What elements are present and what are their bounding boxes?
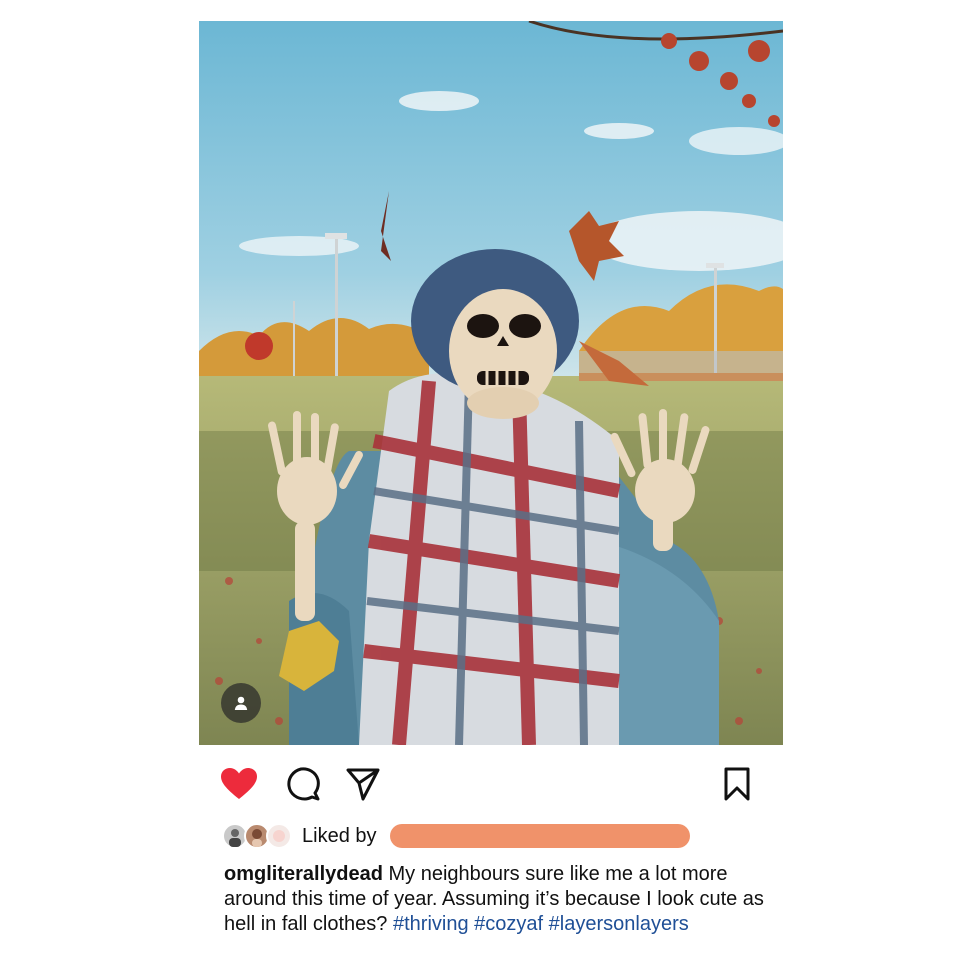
comment-button[interactable] [284, 765, 322, 803]
avatar[interactable] [266, 823, 292, 849]
share-button[interactable] [344, 765, 382, 803]
hashtag-link[interactable]: #layersonlayers [549, 913, 689, 935]
user-tags-button[interactable] [221, 683, 261, 723]
heart-icon [221, 768, 257, 799]
like-button[interactable] [220, 765, 258, 803]
person-icon [234, 696, 248, 710]
redacted-username [390, 824, 690, 848]
liked-by-label: Liked by [302, 825, 377, 847]
comment-icon [287, 767, 320, 801]
post-actions [220, 765, 756, 805]
hashtag-link[interactable]: #thriving [393, 913, 469, 935]
post-photo[interactable] [199, 21, 783, 745]
bookmark-icon [724, 767, 750, 801]
likes-row: Liked by [222, 820, 742, 854]
post-caption: omgliterallydead My neighbours sure like… [224, 862, 764, 937]
caption-username[interactable]: omgliterallydead [224, 863, 383, 885]
save-button[interactable] [718, 765, 756, 803]
send-icon [346, 768, 380, 801]
hashtag-link[interactable]: #cozyaf [474, 913, 543, 935]
